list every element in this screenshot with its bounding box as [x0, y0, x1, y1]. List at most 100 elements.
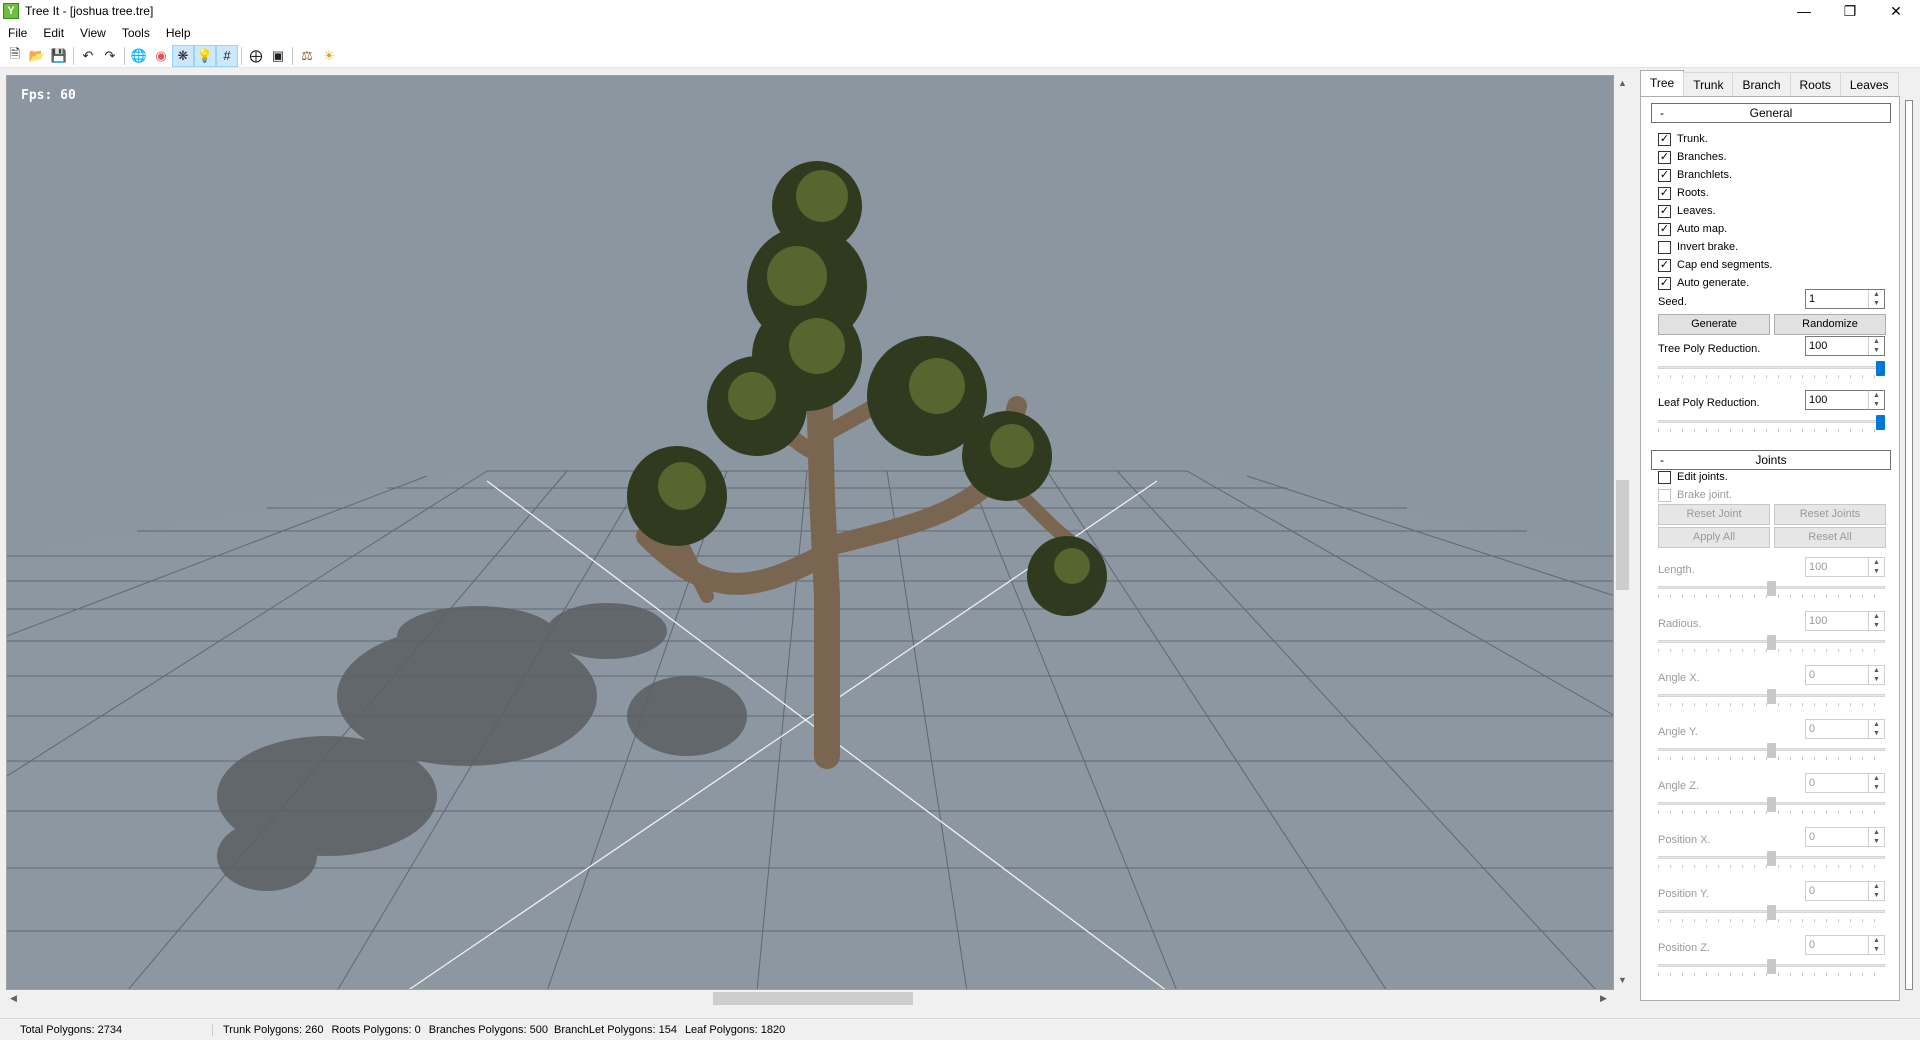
viewport-horizontal-scrollbar[interactable]: ◀ ▶: [6, 990, 1614, 1007]
tab-tree[interactable]: Tree: [1640, 70, 1685, 96]
restore-button[interactable]: ❐: [1827, 0, 1873, 22]
invert-brake-checkbox[interactable]: Invert brake.: [1658, 239, 1738, 255]
angle-x-input[interactable]: 0 ▲ ▼: [1805, 665, 1885, 685]
seed-input[interactable]: 1 ▲ ▼: [1805, 289, 1885, 309]
radious-slider-thumb[interactable]: [1767, 635, 1776, 650]
tree-poly-slider-thumb[interactable]: [1876, 361, 1885, 376]
angle-x-spinner[interactable]: ▲ ▼: [1868, 666, 1884, 684]
apply-all-button[interactable]: Apply All: [1658, 527, 1770, 548]
tab-trunk[interactable]: Trunk: [1683, 72, 1734, 96]
leaves-checkbox[interactable]: ✓ Leaves.: [1658, 203, 1716, 219]
angle-x-slider[interactable]: [1658, 689, 1885, 709]
horizontal-scroll-thumb[interactable]: [713, 992, 913, 1005]
cap-end-segments-checkbox[interactable]: ✓ Cap end segments.: [1658, 257, 1772, 273]
undo-icon[interactable]: ↶: [77, 45, 99, 67]
reset-joint-button[interactable]: Reset Joint: [1658, 504, 1770, 525]
collapse-toggle[interactable]: -: [1660, 451, 1664, 469]
position-x-input[interactable]: 0 ▲ ▼: [1805, 827, 1885, 847]
angle-z-slider-thumb[interactable]: [1767, 797, 1776, 812]
checkbox-box[interactable]: ✓: [1658, 186, 1671, 200]
auto-generate-checkbox[interactable]: ✓ Auto generate.: [1658, 275, 1749, 291]
menu-view[interactable]: View: [72, 22, 114, 44]
color-icon[interactable]: ◉: [150, 45, 172, 67]
panel-scroll-thumb[interactable]: [1905, 100, 1913, 990]
position-y-slider[interactable]: [1658, 905, 1885, 925]
redo-icon[interactable]: ↷: [99, 45, 121, 67]
viewport-vertical-scrollbar[interactable]: ▲ ▼: [1614, 75, 1631, 990]
angle-y-slider-thumb[interactable]: [1767, 743, 1776, 758]
scroll-right-icon[interactable]: ▶: [1600, 993, 1607, 1004]
tab-leaves[interactable]: Leaves: [1839, 72, 1899, 96]
angle-z-spinner[interactable]: ▲ ▼: [1868, 774, 1884, 792]
center-icon[interactable]: ⨁: [245, 45, 267, 67]
panel-scrollbar[interactable]: [1902, 96, 1916, 1001]
checkbox-box[interactable]: ✓: [1658, 168, 1671, 182]
vertical-scroll-thumb[interactable]: [1616, 480, 1629, 590]
menu-tools[interactable]: Tools: [114, 22, 158, 44]
checkbox-box[interactable]: ✓: [1658, 222, 1671, 236]
scroll-left-icon[interactable]: ◀: [10, 993, 17, 1004]
save-icon[interactable]: 💾: [48, 45, 70, 67]
leaf-poly-spinner[interactable]: ▲ ▼: [1868, 391, 1884, 409]
new-file-icon[interactable]: 🗎: [4, 45, 26, 67]
position-z-slider-thumb[interactable]: [1767, 959, 1776, 974]
tree-icon[interactable]: ⚖: [296, 45, 318, 67]
sun-icon[interactable]: ☀: [318, 45, 340, 67]
tab-branch[interactable]: Branch: [1732, 72, 1791, 96]
angle-y-input[interactable]: 0 ▲ ▼: [1805, 719, 1885, 739]
angle-z-input[interactable]: 0 ▲ ▼: [1805, 773, 1885, 793]
position-y-spinner[interactable]: ▲ ▼: [1868, 882, 1884, 900]
position-z-slider[interactable]: [1658, 959, 1885, 979]
joints-section-header[interactable]: - Joints: [1651, 450, 1891, 470]
checkbox-box[interactable]: ✓: [1658, 258, 1671, 272]
edit-joints-checkbox[interactable]: Edit joints.: [1658, 469, 1728, 485]
scroll-down-icon[interactable]: ▼: [1618, 975, 1627, 985]
angle-x-slider-thumb[interactable]: [1767, 689, 1776, 704]
menu-edit[interactable]: Edit: [35, 22, 72, 44]
leaf-poly-input[interactable]: 100 ▲ ▼: [1805, 390, 1885, 410]
position-y-input[interactable]: 0 ▲ ▼: [1805, 881, 1885, 901]
grid-icon[interactable]: #: [216, 44, 238, 67]
angle-y-slider[interactable]: [1658, 743, 1885, 763]
collapse-toggle[interactable]: -: [1660, 104, 1664, 122]
length-slider-thumb[interactable]: [1767, 581, 1776, 596]
leaf-poly-slider-thumb[interactable]: [1876, 415, 1885, 430]
length-spinner[interactable]: ▲ ▼: [1868, 558, 1884, 576]
reset-joints-button[interactable]: Reset Joints: [1774, 504, 1886, 525]
minimize-button[interactable]: —: [1781, 0, 1827, 22]
checkbox-box[interactable]: [1658, 470, 1671, 484]
radious-slider[interactable]: [1658, 635, 1885, 655]
branchlets-checkbox[interactable]: ✓ Branchlets.: [1658, 167, 1732, 183]
light-icon[interactable]: 💡: [194, 44, 216, 67]
checkbox-box[interactable]: ✓: [1658, 132, 1671, 146]
texture-icon[interactable]: ❋: [172, 44, 194, 67]
position-z-input[interactable]: 0 ▲ ▼: [1805, 935, 1885, 955]
position-x-spinner[interactable]: ▲ ▼: [1868, 828, 1884, 846]
tab-roots[interactable]: Roots: [1789, 72, 1841, 96]
checkbox-box[interactable]: [1658, 488, 1671, 502]
tree-poly-slider[interactable]: [1658, 361, 1885, 381]
brake-joint-checkbox[interactable]: Brake joint.: [1658, 487, 1732, 503]
scroll-up-icon[interactable]: ▲: [1618, 78, 1627, 88]
position-x-slider[interactable]: [1658, 851, 1885, 871]
checkbox-box[interactable]: ✓: [1658, 204, 1671, 218]
checkbox-box[interactable]: ✓: [1658, 276, 1671, 290]
general-section-header[interactable]: - General: [1651, 103, 1891, 123]
roots-checkbox[interactable]: ✓ Roots.: [1658, 185, 1709, 201]
checkbox-box[interactable]: [1658, 240, 1671, 254]
angle-z-slider[interactable]: [1658, 797, 1885, 817]
generate-button[interactable]: Generate: [1658, 314, 1770, 335]
length-slider[interactable]: [1658, 581, 1885, 601]
trunk-checkbox[interactable]: ✓ Trunk.: [1658, 131, 1708, 147]
randomize-button[interactable]: Randomize: [1774, 314, 1886, 335]
wireframe-icon[interactable]: 🌐: [128, 45, 150, 67]
position-z-spinner[interactable]: ▲ ▼: [1868, 936, 1884, 954]
open-file-icon[interactable]: 📂: [26, 45, 48, 67]
angle-y-spinner[interactable]: ▲ ▼: [1868, 720, 1884, 738]
seed-spinner[interactable]: ▲ ▼: [1868, 290, 1884, 308]
close-button[interactable]: ✕: [1873, 0, 1919, 22]
3d-viewport[interactable]: Fps: 60: [6, 75, 1614, 990]
tree-poly-input[interactable]: 100 ▲ ▼: [1805, 336, 1885, 356]
auto-map-checkbox[interactable]: ✓ Auto map.: [1658, 221, 1727, 237]
position-x-slider-thumb[interactable]: [1767, 851, 1776, 866]
